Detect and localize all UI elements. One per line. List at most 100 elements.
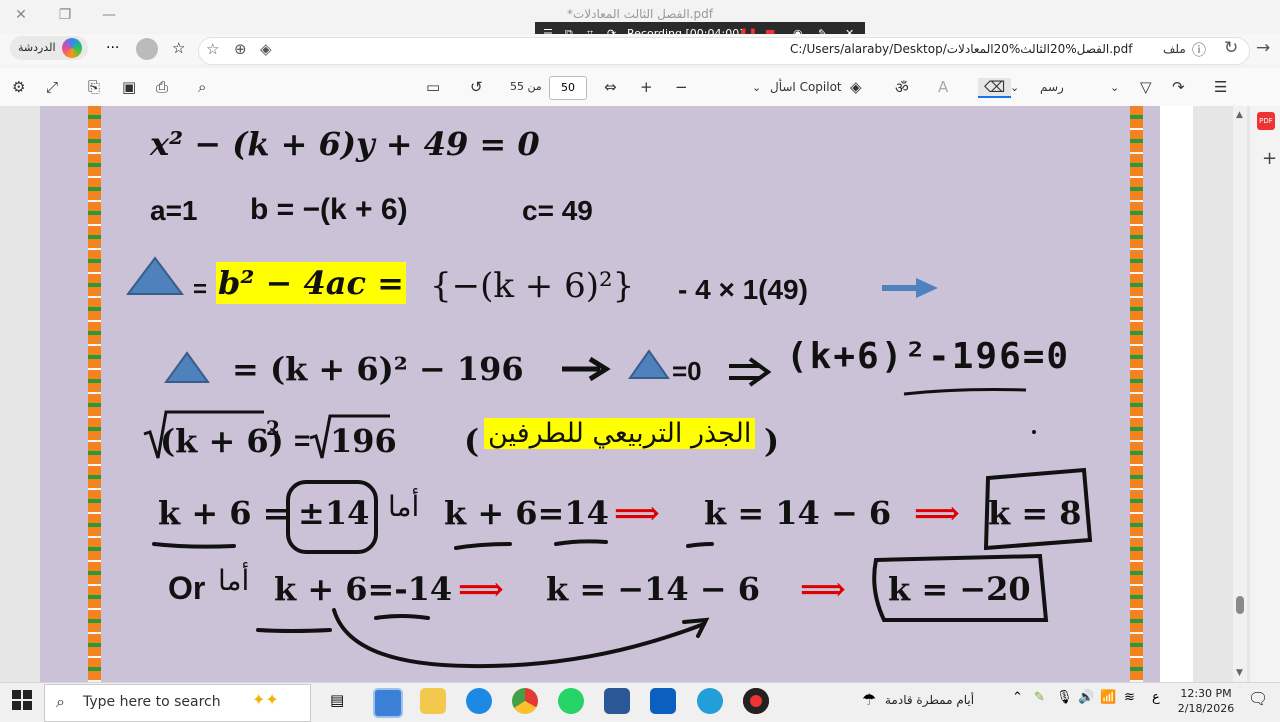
language-indicator[interactable]: ع bbox=[1152, 690, 1160, 705]
double-arrow-icon bbox=[729, 357, 772, 387]
edge-icon[interactable] bbox=[466, 688, 492, 714]
wifi-icon[interactable]: ≋ bbox=[1124, 690, 1135, 705]
search-glass-icon: ⌕ bbox=[56, 692, 65, 711]
clock-date: 2/18/2026 bbox=[1177, 702, 1235, 715]
discriminant-expansion: {−(k + 6)²} bbox=[430, 266, 635, 306]
side-panel bbox=[1250, 106, 1280, 682]
delta-triangle-1 bbox=[126, 256, 184, 295]
file-label: ملف bbox=[1163, 42, 1186, 56]
handwritten-equation: (k+6)²-196=0 bbox=[786, 336, 1071, 377]
highlight-icon[interactable]: ▽ bbox=[1140, 78, 1152, 96]
scroll-up-icon[interactable]: ▲ bbox=[1236, 110, 1243, 120]
pdf-toolbar: ⚙ ⤢ ⎘ ▣ ⎙ ⌕ ▭ ↺ ⇔ + − ⌄ ◈ ॐ A ⌫ ⌄ ⌄ ▽ ↷ … bbox=[0, 68, 1280, 107]
back-icon[interactable]: → bbox=[1256, 38, 1270, 58]
pen-tray-icon[interactable]: ✎ bbox=[1034, 690, 1045, 705]
task-view-icon[interactable]: ▤ bbox=[330, 691, 344, 709]
whatsapp-icon[interactable] bbox=[558, 688, 584, 714]
zoom-in-icon[interactable]: + bbox=[640, 78, 653, 96]
coef-a: a=1 bbox=[150, 195, 198, 226]
avatar[interactable] bbox=[136, 38, 158, 60]
sqrt-equals: = bbox=[294, 425, 311, 456]
weather-icon: ☂ bbox=[862, 690, 877, 709]
copilot-icon bbox=[62, 38, 82, 58]
draw-button[interactable]: رسم bbox=[1040, 80, 1064, 94]
extension-icon[interactable]: ◈ bbox=[260, 40, 272, 58]
delta-zero: =0 bbox=[672, 356, 702, 386]
sqrt-exponent: 2 bbox=[266, 416, 280, 440]
chevron-down-icon[interactable]: ⌄ bbox=[752, 81, 761, 94]
undo-icon[interactable]: ↷ bbox=[1172, 78, 1185, 96]
favorites-icon[interactable]: ☆ bbox=[172, 39, 185, 57]
zoom-icon[interactable]: ⊕ bbox=[234, 40, 247, 58]
search-placeholder: Type here to search bbox=[83, 694, 221, 710]
draw-chevron-icon[interactable]: ⌄ bbox=[1110, 81, 1119, 94]
store-app-icon[interactable] bbox=[373, 688, 403, 718]
mic-icon[interactable]: 🎙 bbox=[1056, 690, 1073, 705]
print-icon[interactable]: ⎙ bbox=[156, 78, 168, 96]
outlook-icon[interactable] bbox=[650, 688, 676, 714]
blue-arrow-icon bbox=[882, 278, 938, 298]
add-panel-icon[interactable]: + bbox=[1262, 148, 1277, 169]
list-icon[interactable]: ☰ bbox=[1214, 78, 1227, 96]
equation-1: x² − (k + 6)y + 49 = 0 bbox=[150, 125, 540, 163]
page-total: من 55 bbox=[510, 80, 542, 93]
coef-c: c= 49 bbox=[522, 195, 593, 226]
eraser-chevron-icon[interactable]: ⌄ bbox=[1010, 81, 1019, 94]
scrollbar-thumb[interactable] bbox=[1236, 596, 1244, 614]
url-text[interactable]: C:/Users/alaraby/Desktop/الفصل%20الثالث%… bbox=[790, 42, 1133, 56]
rotate-icon[interactable]: ↺ bbox=[470, 78, 483, 96]
sparkle-icon: ✦✦ bbox=[252, 690, 279, 709]
coef-b: b = −(k + 6) bbox=[250, 193, 408, 226]
black-arrow-icon bbox=[562, 356, 611, 382]
save-as-icon[interactable]: ⎘ bbox=[88, 78, 100, 96]
refresh-icon[interactable]: ↻ bbox=[1224, 38, 1238, 58]
left-decor-border bbox=[88, 106, 101, 682]
ask-copilot-button[interactable]: اسأل Copilot bbox=[770, 80, 842, 94]
tray-chevron-icon[interactable]: ⌃ bbox=[1012, 690, 1023, 705]
network-icon[interactable]: 📶 bbox=[1100, 690, 1116, 705]
page-view-icon[interactable]: ▭ bbox=[426, 78, 440, 96]
discriminant-formula: b² − 4ac = bbox=[216, 262, 406, 304]
telegram-icon[interactable] bbox=[697, 688, 723, 714]
weather-text: أيام ممطرة قادمة bbox=[885, 693, 975, 707]
page-number-input[interactable]: 50 bbox=[549, 76, 587, 100]
fit-width-icon[interactable]: ⇔ bbox=[604, 78, 617, 96]
add-favorite-icon[interactable]: ☆ bbox=[206, 40, 219, 58]
clock-time: 12:30 PM bbox=[1180, 687, 1232, 700]
notification-icon[interactable]: 🗨 bbox=[1248, 689, 1268, 708]
right-decor-border bbox=[1130, 106, 1143, 682]
chrome-icon[interactable] bbox=[512, 688, 538, 714]
ink-dot bbox=[1032, 430, 1036, 434]
open-paren: ( bbox=[464, 422, 480, 460]
discriminant-tail: - 4 × 1(49) bbox=[678, 274, 808, 305]
info-icon[interactable]: ⓘ bbox=[1192, 40, 1206, 60]
close-paren: ) bbox=[764, 422, 780, 460]
handwritten-underline bbox=[903, 388, 1027, 396]
clock[interactable]: 12:30 PM 2/18/2026 bbox=[1176, 686, 1236, 716]
settings-icon[interactable]: ⚙ bbox=[12, 78, 25, 96]
word-icon[interactable] bbox=[604, 688, 630, 714]
text-icon[interactable]: A bbox=[938, 78, 948, 96]
read-aloud-icon[interactable]: ॐ bbox=[895, 78, 909, 98]
volume-icon[interactable]: 🔊 bbox=[1078, 690, 1094, 705]
copilot-toolbar-icon[interactable]: ◈ bbox=[850, 78, 862, 96]
save-icon[interactable]: ▣ bbox=[122, 78, 136, 96]
fullscreen-icon[interactable]: ⤢ bbox=[46, 78, 58, 96]
delta-triangle-3 bbox=[628, 349, 670, 379]
chat-label: الدردشة bbox=[18, 41, 56, 54]
eraser-icon[interactable]: ⌫ bbox=[978, 78, 1012, 98]
pdf-icon[interactable]: PDF bbox=[1257, 112, 1275, 130]
chat-button[interactable]: الدردشة bbox=[10, 36, 88, 60]
scroll-down-icon[interactable]: ▼ bbox=[1236, 668, 1243, 678]
arabic-note: الجذر التربيعي للطرفين bbox=[484, 418, 756, 449]
more-icon[interactable]: ··· bbox=[106, 40, 119, 56]
delta-expression: = (k + 6)² − 196 bbox=[232, 350, 524, 388]
zoom-out-icon[interactable]: − bbox=[675, 78, 688, 96]
recorder-icon[interactable] bbox=[743, 688, 769, 714]
sqrt-right: 196 bbox=[330, 422, 397, 460]
start-icon[interactable] bbox=[12, 690, 32, 710]
file-explorer-icon[interactable] bbox=[420, 688, 446, 714]
delta-triangle-2 bbox=[164, 351, 210, 383]
equals-sign: = bbox=[193, 276, 208, 303]
search-icon[interactable]: ⌕ bbox=[198, 78, 206, 96]
